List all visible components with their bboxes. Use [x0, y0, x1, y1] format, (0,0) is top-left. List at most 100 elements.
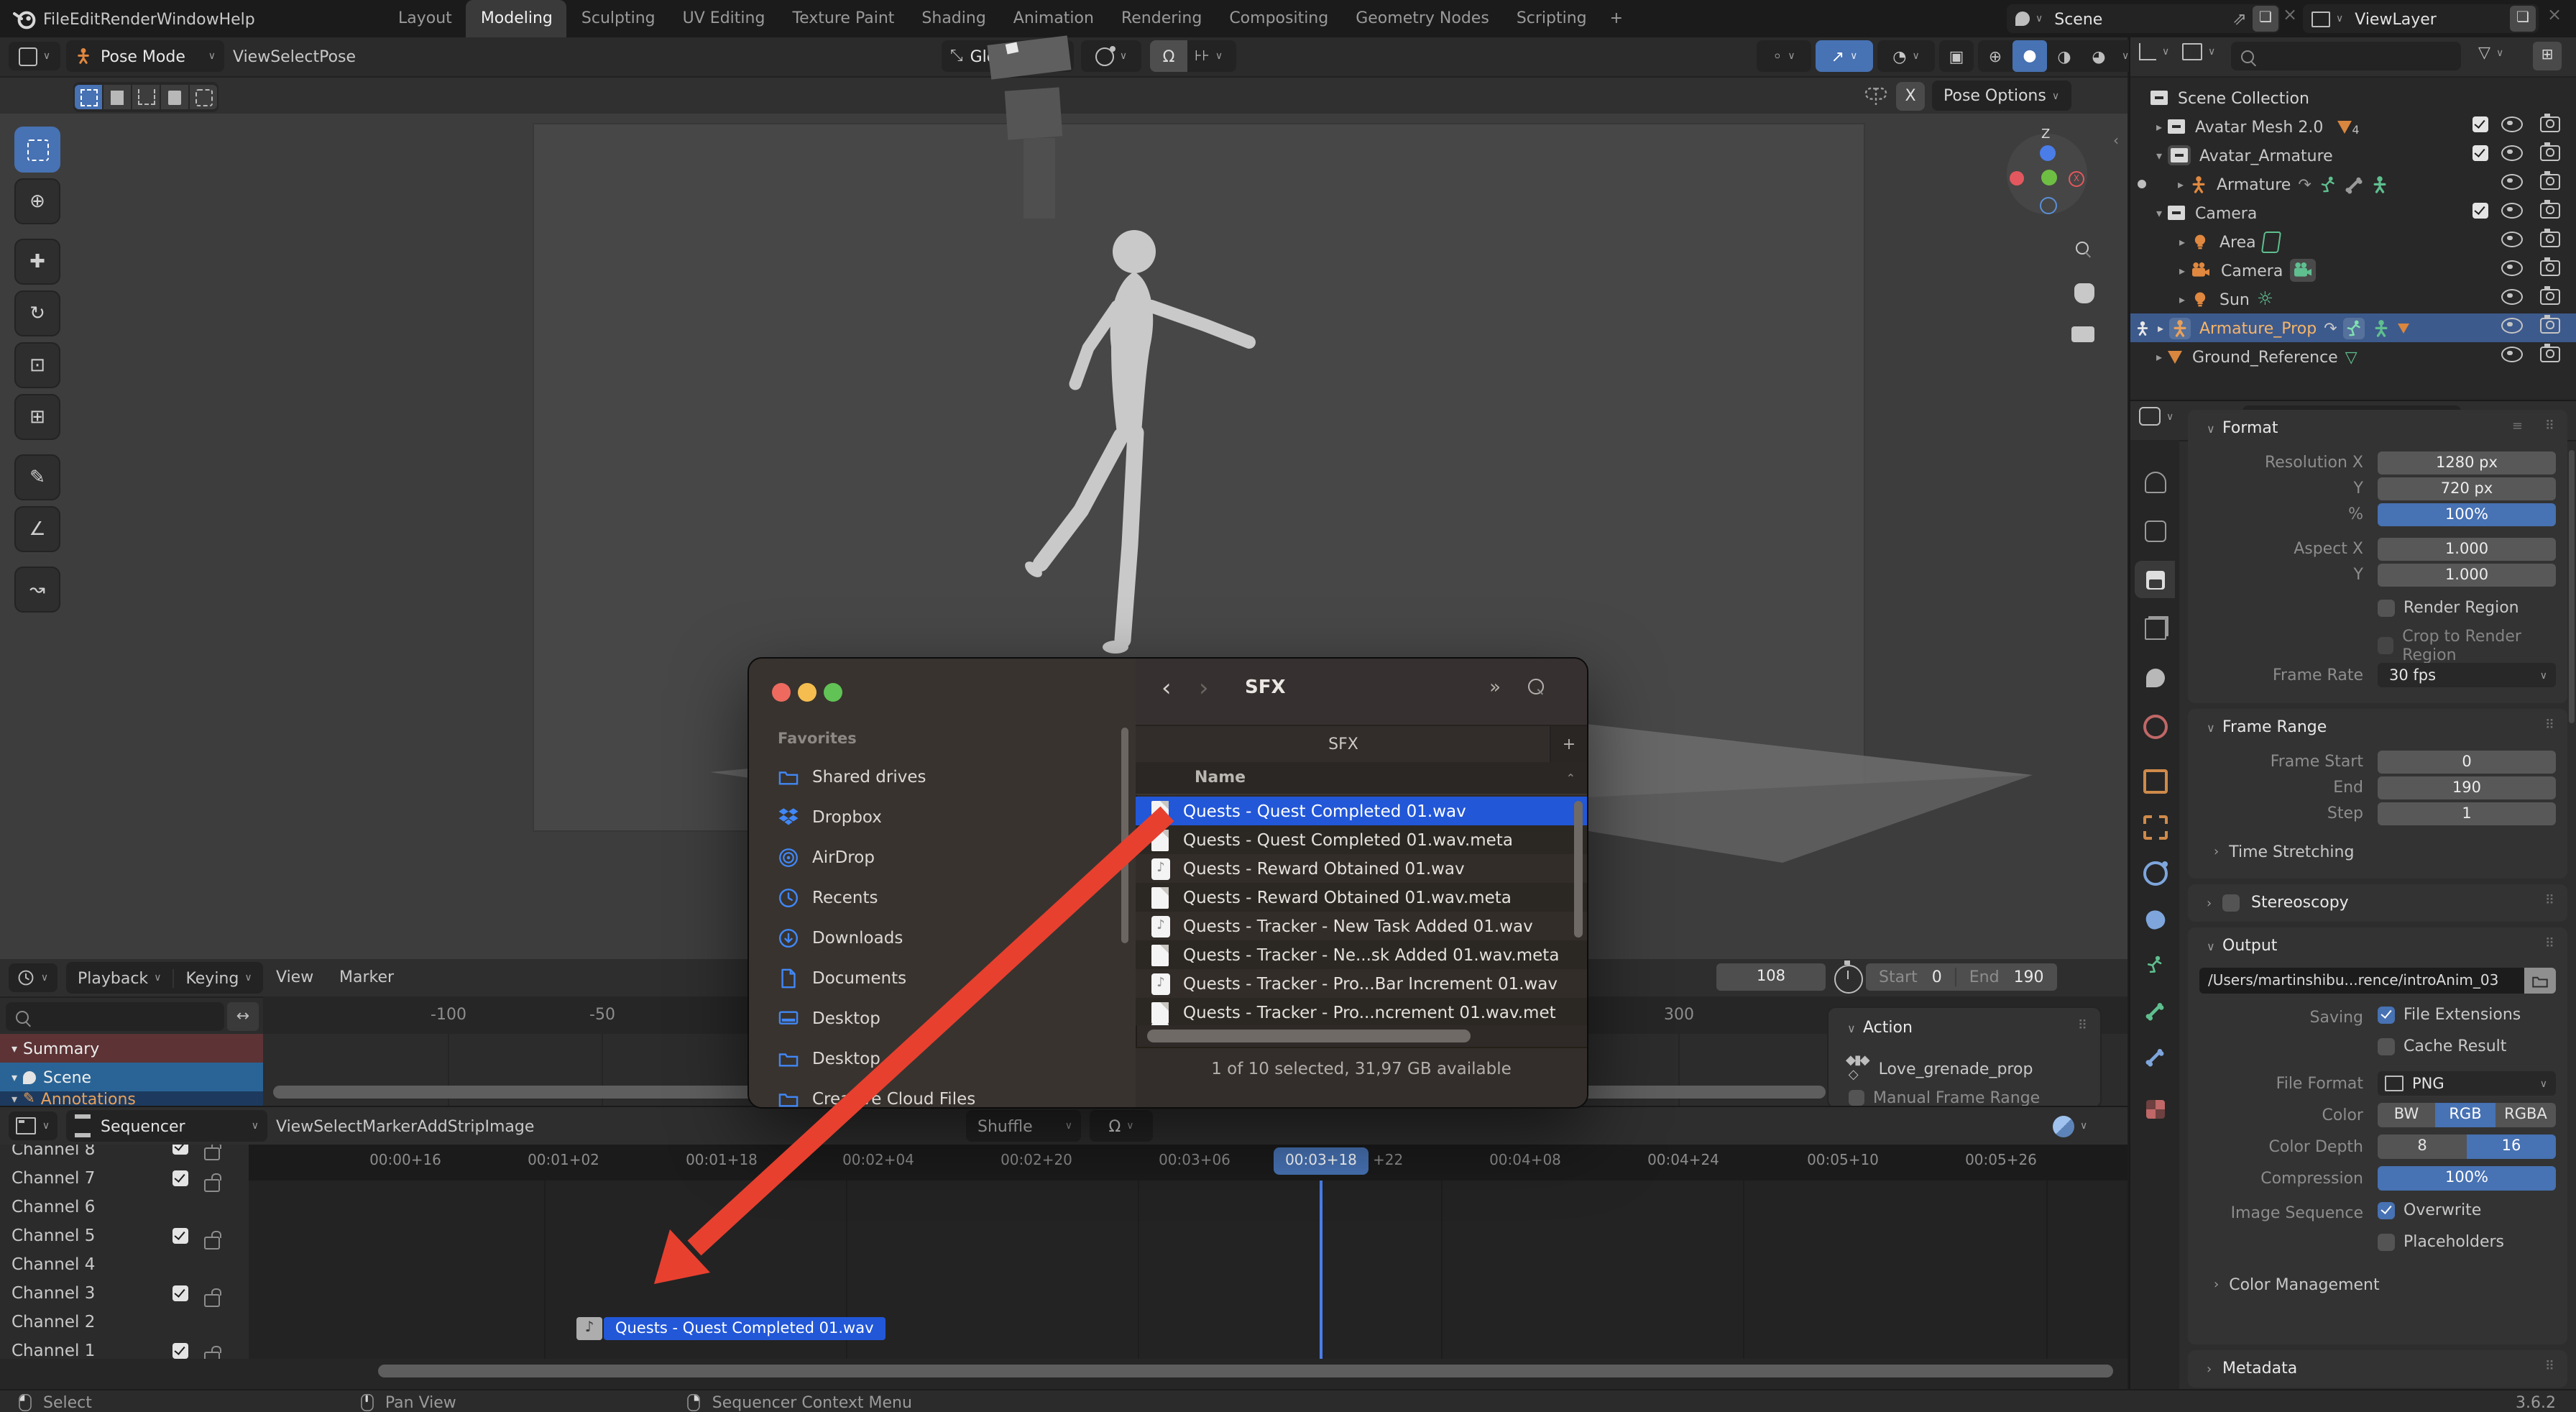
hide-eye-icon[interactable] — [2501, 347, 2523, 367]
pan-hand-icon[interactable] — [2074, 283, 2094, 303]
menu-pose[interactable]: Pose — [319, 47, 356, 66]
outliner-row-camera-object[interactable]: ▸ Camera — [2130, 256, 2576, 285]
seq-select-menu[interactable]: Select — [313, 1117, 362, 1135]
panel-title[interactable]: Format — [2222, 418, 2278, 437]
properties-scrollbar[interactable] — [2569, 450, 2575, 723]
shading-solid-icon-active[interactable]: ● — [2012, 40, 2047, 72]
tab-sculpting[interactable]: Sculpting — [569, 0, 668, 37]
outliner-display-mode[interactable]: ∨ — [2139, 43, 2169, 60]
scene-selector[interactable]: ∨ Scene ⇗ ❏ — [2007, 4, 2280, 33]
shading-material-icon[interactable]: ◑ — [2047, 47, 2082, 65]
sidebar-item-dropbox[interactable]: Dropbox — [749, 797, 1136, 837]
render-camera-icon[interactable] — [2540, 114, 2560, 137]
outliner-row-sun[interactable]: ▸ Sun ☼ — [2130, 285, 2576, 313]
tool-scale[interactable]: ⊡ — [14, 342, 60, 388]
menu-view[interactable]: View — [233, 47, 270, 66]
file-row[interactable]: Quests - Tracker - Ne...sk Added 01.wav.… — [1136, 940, 1587, 969]
snap-mode-icon[interactable]: ⊦⊦ — [1195, 48, 1210, 64]
tab-world[interactable] — [2135, 707, 2175, 745]
collapse-icon[interactable]: ∨ — [2207, 940, 2215, 953]
channel-row[interactable]: Channel 3 — [0, 1278, 249, 1307]
select-mode-extend[interactable] — [104, 85, 131, 109]
show-gizmo-dropdown[interactable]: ◦ ∨ — [1757, 40, 1811, 72]
sidebar-item-desktop[interactable]: Desktop — [749, 998, 1136, 1038]
forward-button[interactable]: › — [1199, 674, 1209, 703]
collapse-icon[interactable]: ∨ — [2207, 423, 2215, 436]
outliner-row-scene-collection[interactable]: Scene Collection — [2130, 83, 2576, 112]
file-row[interactable]: Quests - Quest Completed 01.wav.meta — [1136, 825, 1587, 854]
hide-eye-icon[interactable] — [2501, 116, 2523, 137]
start-frame-button[interactable]: Start 0 — [1866, 968, 1956, 986]
resolution-y-field[interactable]: 720 px — [2378, 477, 2556, 500]
seq-strip-menu[interactable]: Strip — [448, 1117, 485, 1135]
sequencer-hscrollbar[interactable] — [378, 1365, 2113, 1377]
tab-render[interactable] — [2135, 512, 2175, 549]
render-camera-icon[interactable] — [2540, 315, 2560, 338]
sequencer-tracks[interactable]: ♪ Quests - Quest Completed 01.wav › Dele… — [249, 1181, 2128, 1412]
depth-8-button[interactable]: 8 — [2378, 1134, 2467, 1159]
audio-strip[interactable]: ♪ Quests - Quest Completed 01.wav — [576, 1317, 886, 1340]
render-camera-icon[interactable] — [2540, 344, 2560, 367]
name-column-label[interactable]: Name — [1195, 768, 1246, 787]
outliner-row-ground-reference[interactable]: ▸ Ground_Reference ▽ — [2130, 342, 2576, 371]
render-camera-icon[interactable] — [2540, 171, 2560, 194]
finder-column-header[interactable]: Name ⌃ — [1136, 762, 1587, 795]
gizmo-x-axis[interactable] — [2010, 171, 2024, 185]
finder-hscrollbar[interactable] — [1147, 1030, 1471, 1042]
sidebar-scrollbar[interactable] — [1121, 728, 1128, 943]
resolution-x-field[interactable]: 1280 px — [2378, 451, 2556, 475]
tool-select-box[interactable] — [14, 127, 60, 173]
menu-window[interactable]: Window — [157, 9, 219, 28]
timeline-view-menu[interactable]: View — [276, 959, 313, 996]
menu-edit[interactable]: Edit — [70, 9, 101, 28]
file-format-dropdown[interactable]: PNG ∨ — [2378, 1071, 2556, 1096]
copy-viewlayer-icon[interactable]: ❏ — [2510, 6, 2536, 32]
copy-scene-icon[interactable]: ❏ — [2253, 6, 2278, 32]
tab-animation[interactable]: Animation — [1000, 0, 1107, 37]
tab-output-active[interactable] — [2135, 561, 2175, 598]
xray-toggle[interactable]: ▣ — [1939, 40, 1974, 72]
collapse-icon[interactable]: ∨ — [2207, 722, 2215, 735]
tool-rotate[interactable]: ↻ — [14, 290, 60, 336]
shading-rendered-icon[interactable]: ◕ — [2082, 47, 2116, 65]
dopesheet-search-input[interactable] — [6, 1002, 224, 1031]
select-mode-set[interactable] — [75, 85, 102, 109]
drag-dots-icon[interactable]: ⠿ — [2545, 420, 2556, 434]
sidebar-item-documents[interactable]: Documents — [749, 958, 1136, 998]
select-mode-subtract[interactable] — [132, 85, 160, 109]
gizmo-y-axis[interactable] — [2041, 170, 2057, 185]
outliner-search-input[interactable] — [2231, 42, 2461, 70]
new-collection-button[interactable]: ⊞ — [2533, 42, 2562, 70]
tab-geometry-nodes[interactable]: Geometry Nodes — [1343, 0, 1502, 37]
search-icon[interactable] — [1528, 679, 1544, 699]
stopwatch-icon[interactable] — [1834, 961, 1863, 994]
filter-resize-button[interactable]: ↔ — [227, 1002, 259, 1031]
channel-row[interactable]: Channel 5 — [0, 1221, 249, 1307]
tool-move[interactable]: ✚ — [14, 239, 60, 285]
browse-folder-icon[interactable] — [2524, 968, 2556, 994]
seq-marker-menu[interactable]: Marker — [362, 1117, 417, 1135]
outliner-row-avatar-mesh[interactable]: ▸ Avatar Mesh 2.0 4 — [2130, 112, 2576, 141]
track-scene[interactable]: ▾ Scene — [0, 1063, 263, 1091]
hide-eye-icon[interactable] — [2501, 231, 2523, 252]
editor-type-button[interactable]: ∨ — [9, 42, 60, 70]
aspect-y-field[interactable]: 1.000 — [2378, 564, 2556, 587]
file-row[interactable]: ♪ Quests - Tracker - New Task Added 01.wa… — [1136, 912, 1587, 940]
remove-viewlayer-icon[interactable]: × — [2547, 4, 2562, 24]
manual-frame-range-checkbox[interactable]: Manual Frame Range — [1849, 1088, 2040, 1107]
selectable-checkbox[interactable] — [2472, 145, 2488, 165]
minimize-traffic-button[interactable] — [798, 683, 816, 702]
snap-magnet-icon[interactable]: Ω — [1150, 40, 1187, 72]
pose-options-dropdown[interactable]: Pose Options ∨ — [1932, 81, 2071, 111]
gizmo-z-axis[interactable] — [2040, 145, 2056, 161]
hide-eye-icon[interactable] — [2501, 203, 2523, 223]
hide-eye-icon[interactable] — [2501, 260, 2523, 280]
seq-image-menu[interactable]: Image — [484, 1117, 534, 1135]
channel-row[interactable]: Channel 8 — [0, 1145, 249, 1163]
mode-dropdown[interactable]: Pose Mode ∨ — [66, 40, 224, 72]
file-list-scrollbar[interactable] — [1574, 801, 1583, 937]
sidebar-item-shared-drives[interactable]: Shared drives — [749, 756, 1136, 797]
track-summary[interactable]: ▾ Summary — [0, 1034, 263, 1063]
playback-menu[interactable]: Playback ∨ — [66, 968, 175, 987]
playhead-line[interactable] — [1320, 1181, 1322, 1359]
